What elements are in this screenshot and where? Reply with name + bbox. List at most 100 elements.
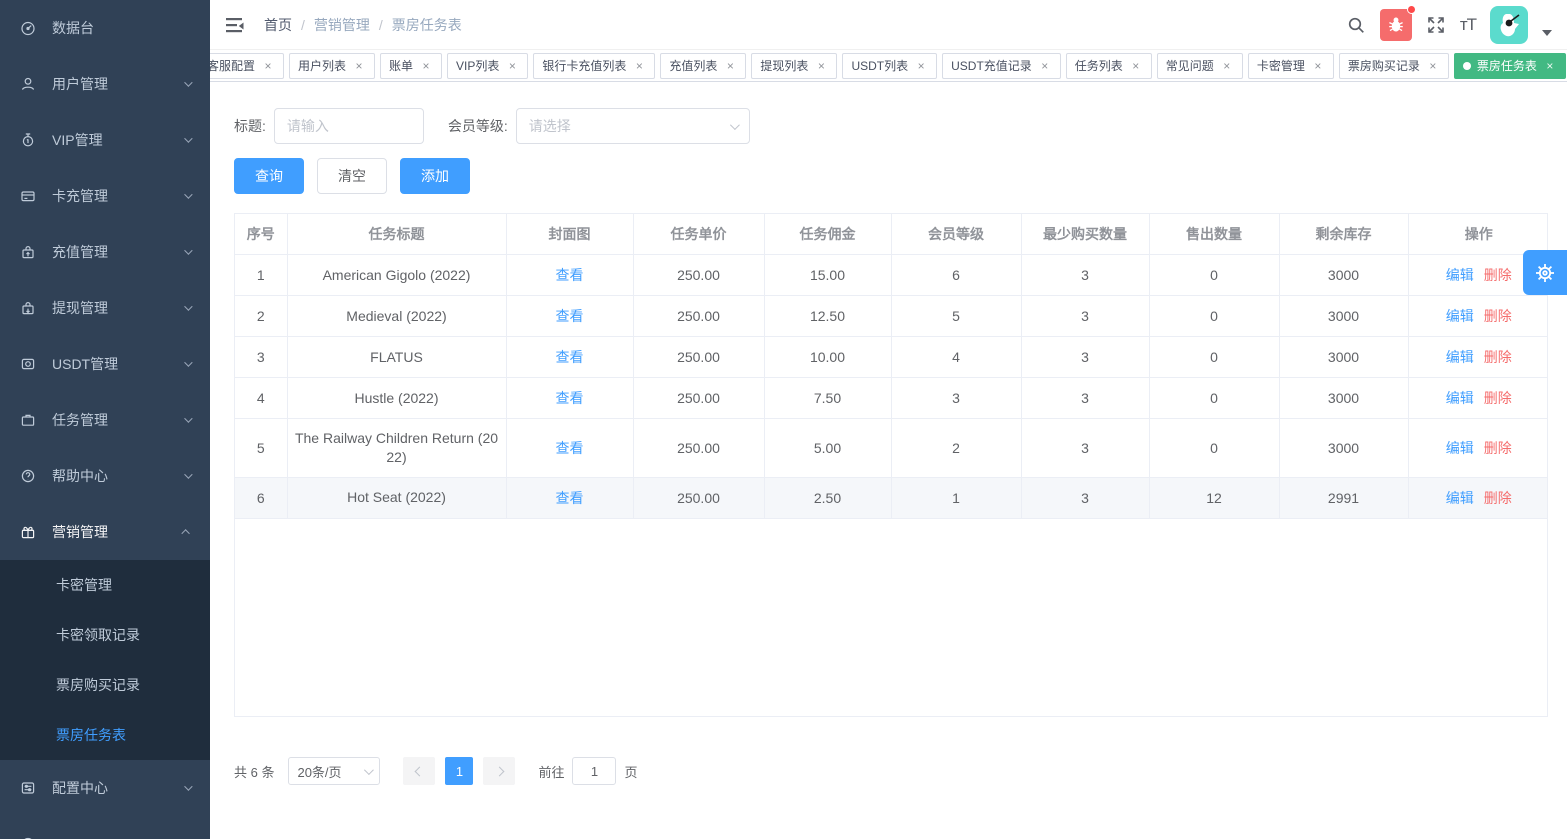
cell-commission: 7.50 — [764, 378, 891, 419]
action-buttons: 查询 清空 添加 — [234, 158, 1548, 194]
delete-link[interactable]: 删除 — [1484, 440, 1512, 456]
next-page-button[interactable] — [483, 757, 515, 785]
goto-label: 前往 — [538, 762, 564, 781]
cell-min-buy: 3 — [1021, 255, 1149, 296]
avatar[interactable] — [1490, 6, 1528, 44]
edit-link[interactable]: 编辑 — [1446, 308, 1474, 324]
error-log-button[interactable] — [1380, 9, 1412, 41]
sidebar-item-label: VIP管理 — [52, 130, 184, 150]
cell-stock: 3000 — [1279, 337, 1408, 378]
tab-label: 票房购买记录 — [1348, 57, 1420, 74]
tab-常见问题[interactable]: 常见问题× — [1157, 53, 1243, 79]
tab-账单[interactable]: 账单× — [380, 53, 442, 79]
edit-link[interactable]: 编辑 — [1446, 267, 1474, 283]
tab-close-icon[interactable]: × — [1426, 59, 1440, 73]
title-input[interactable] — [274, 108, 424, 144]
view-cover-link[interactable]: 查看 — [556, 308, 584, 324]
tab-USDT充值记录[interactable]: USDT充值记录× — [942, 53, 1061, 79]
sidebar-item-3[interactable]: 卡充管理 — [0, 168, 210, 224]
view-cover-link[interactable]: 查看 — [556, 390, 584, 406]
view-cover-link[interactable]: 查看 — [556, 490, 584, 506]
tab-close-icon[interactable]: × — [723, 59, 737, 73]
tab-close-icon[interactable]: × — [1129, 59, 1143, 73]
cell-price: 250.00 — [633, 296, 764, 337]
sidebar-item-7[interactable]: 任务管理 — [0, 392, 210, 448]
tab-充值列表[interactable]: 充值列表× — [660, 53, 746, 79]
edit-link[interactable]: 编辑 — [1446, 440, 1474, 456]
sidebar-collapse-icon[interactable] — [224, 14, 246, 36]
chevron-down-icon — [184, 470, 192, 478]
goto-page-input[interactable] — [572, 757, 616, 785]
tab-任务列表[interactable]: 任务列表× — [1066, 53, 1152, 79]
sidebar-item-5[interactable]: 提现管理 — [0, 280, 210, 336]
tab-close-icon[interactable]: × — [1038, 59, 1052, 73]
tab-票房购买记录[interactable]: 票房购买记录 × — [1339, 53, 1449, 79]
tab-银行卡充值列表[interactable]: 银行卡充值列表× — [533, 53, 655, 79]
cell-price: 250.00 — [633, 255, 764, 296]
cell-stock: 3000 — [1279, 378, 1408, 419]
edit-link[interactable]: 编辑 — [1446, 349, 1474, 365]
tab-close-icon[interactable]: × — [1543, 59, 1557, 73]
tab-卡密管理[interactable]: 卡密管理× — [1248, 53, 1334, 79]
cell-ops: 编辑删除 — [1408, 378, 1548, 419]
tab-close-icon[interactable]: × — [1220, 59, 1234, 73]
prev-page-button[interactable] — [403, 757, 435, 785]
sidebar-item-2[interactable]: VIP管理 — [0, 112, 210, 168]
tab-用户列表[interactable]: 用户列表× — [289, 53, 375, 79]
tab-close-icon[interactable]: × — [419, 59, 433, 73]
avatar-dropdown-caret[interactable] — [1542, 30, 1552, 36]
sidebar-subitem[interactable]: 卡密领取记录 — [0, 610, 210, 660]
edit-link[interactable]: 编辑 — [1446, 390, 1474, 406]
clear-button[interactable]: 清空 — [317, 158, 387, 194]
sidebar-item-1[interactable]: 用户管理 — [0, 56, 210, 112]
cell-title: Hot Seat (2022) — [287, 477, 506, 518]
tab-票房任务表[interactable]: 票房任务表× — [1454, 53, 1566, 79]
column-header: 任务佣金 — [764, 214, 891, 255]
sidebar-item-4[interactable]: 充值管理 — [0, 224, 210, 280]
add-button[interactable]: 添加 — [400, 158, 470, 194]
query-button[interactable]: 查询 — [234, 158, 304, 194]
sidebar-item-label: 营销管理 — [52, 522, 184, 542]
cell-min-buy: 3 — [1021, 337, 1149, 378]
sidebar-item-0[interactable]: 数据台 — [0, 0, 210, 56]
tab-USDT列表[interactable]: USDT列表× — [842, 53, 937, 79]
tab-close-icon[interactable]: × — [505, 59, 519, 73]
bag-down-icon — [20, 300, 36, 316]
tab-提现列表[interactable]: 提现列表× — [751, 53, 837, 79]
tab-客服配置[interactable]: 客服配置× — [210, 53, 284, 79]
search-icon[interactable] — [1346, 15, 1366, 35]
view-cover-link[interactable]: 查看 — [556, 349, 584, 365]
tab-close-icon[interactable]: × — [914, 59, 928, 73]
fullscreen-icon[interactable] — [1426, 15, 1446, 35]
sidebar-subitem[interactable]: 票房任务表 — [0, 710, 210, 760]
font-size-icon[interactable]: тT — [1460, 15, 1476, 35]
view-cover-link[interactable]: 查看 — [556, 440, 584, 456]
breadcrumb-item[interactable]: 首页 — [264, 15, 292, 35]
sidebar-item-partial[interactable] — [0, 816, 210, 839]
delete-link[interactable]: 删除 — [1484, 308, 1512, 324]
tab-close-icon[interactable]: × — [814, 59, 828, 73]
delete-link[interactable]: 删除 — [1484, 349, 1512, 365]
sidebar-item-8[interactable]: 帮助中心 — [0, 448, 210, 504]
tab-close-icon[interactable]: × — [1311, 59, 1325, 73]
tab-VIP列表[interactable]: VIP列表× — [447, 53, 528, 79]
delete-link[interactable]: 删除 — [1484, 390, 1512, 406]
tab-close-icon[interactable]: × — [261, 59, 275, 73]
cell-title: FLATUS — [287, 337, 506, 378]
sidebar-subitem[interactable]: 卡密管理 — [0, 560, 210, 610]
tab-close-icon[interactable]: × — [352, 59, 366, 73]
delete-link[interactable]: 删除 — [1484, 490, 1512, 506]
view-cover-link[interactable]: 查看 — [556, 267, 584, 283]
level-select[interactable]: 请选择 — [516, 108, 750, 144]
card-icon — [20, 188, 36, 204]
delete-link[interactable]: 删除 — [1484, 267, 1512, 283]
sidebar-item-9[interactable]: 营销管理 — [0, 504, 210, 560]
sidebar-item-10[interactable]: 配置中心 — [0, 760, 210, 816]
tab-close-icon[interactable]: × — [632, 59, 646, 73]
page-1-button[interactable]: 1 — [445, 757, 473, 785]
settings-panel-button[interactable] — [1523, 250, 1567, 295]
sidebar-subitem[interactable]: 票房购买记录 — [0, 660, 210, 710]
sidebar-item-6[interactable]: USDT管理 — [0, 336, 210, 392]
edit-link[interactable]: 编辑 — [1446, 490, 1474, 506]
page-size-select[interactable]: 20条/页 — [288, 757, 380, 785]
